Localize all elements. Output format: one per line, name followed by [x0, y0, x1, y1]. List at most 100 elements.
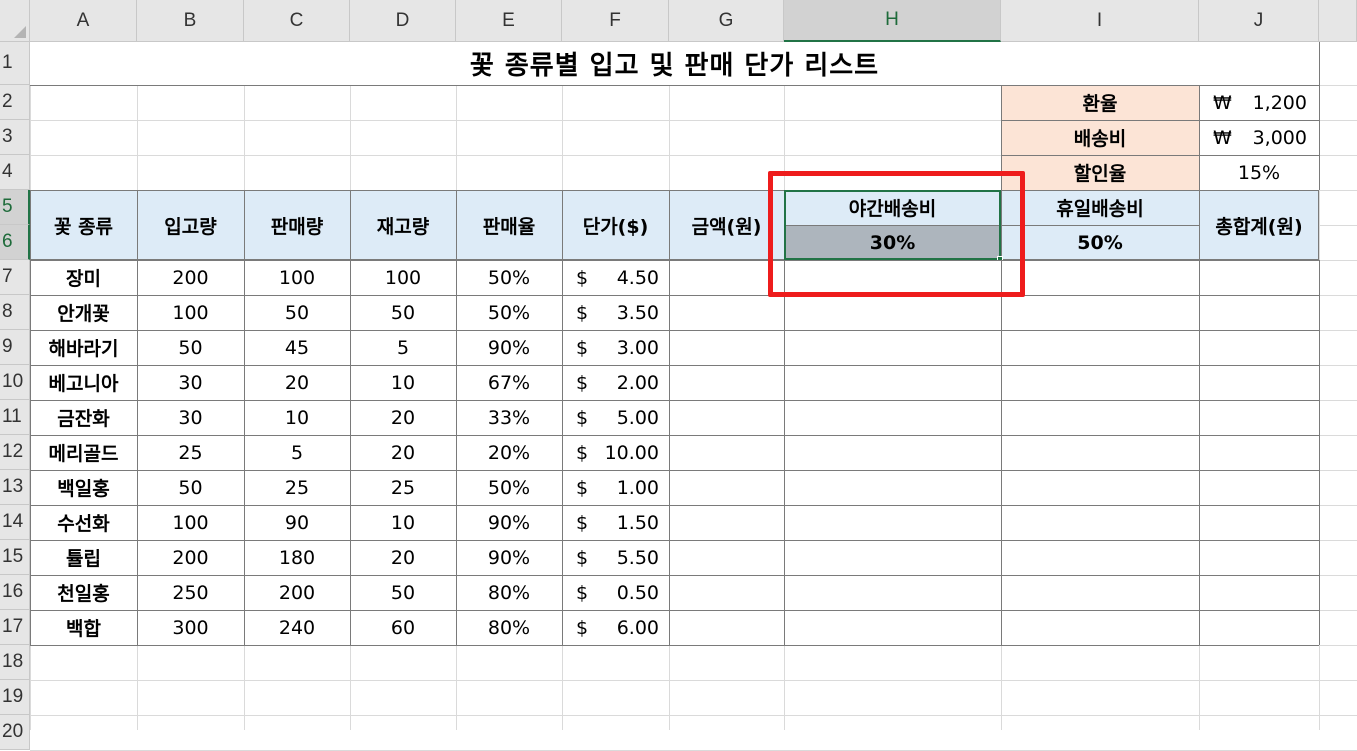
unit-price[interactable]: $0.50 [562, 575, 669, 610]
header-flower[interactable]: 꽃 종류 [30, 190, 137, 260]
flower-name[interactable]: 안개꽃 [30, 295, 137, 330]
column-header-f[interactable]: F [562, 0, 669, 42]
exchange-value-cell[interactable]: ₩1,200 [1199, 85, 1319, 120]
stock-qty[interactable]: 10 [350, 505, 456, 540]
unit-price[interactable]: $6.00 [562, 610, 669, 645]
empty-cell[interactable] [1001, 540, 1199, 575]
empty-cell[interactable] [784, 365, 1001, 400]
sale-rate[interactable]: 90% [456, 330, 562, 365]
empty-cell[interactable] [784, 330, 1001, 365]
row-header-18[interactable]: 18 [0, 645, 30, 680]
row-header-2[interactable]: 2 [0, 85, 30, 120]
column-header-d[interactable]: D [350, 0, 456, 42]
sold-qty[interactable]: 240 [244, 610, 350, 645]
flower-name[interactable]: 금잔화 [30, 400, 137, 435]
empty-cell[interactable] [669, 260, 784, 295]
empty-cell[interactable] [784, 610, 1001, 645]
empty-cell[interactable] [1199, 400, 1319, 435]
flower-name[interactable]: 백일홍 [30, 470, 137, 505]
empty-cell[interactable] [1199, 610, 1319, 645]
empty-cell[interactable] [669, 330, 784, 365]
empty-cell[interactable] [784, 295, 1001, 330]
flower-name[interactable]: 장미 [30, 260, 137, 295]
column-header-e[interactable]: E [456, 0, 562, 42]
stock-qty[interactable]: 100 [350, 260, 456, 295]
empty-cell[interactable] [1199, 330, 1319, 365]
row-header-14[interactable]: 14 [0, 505, 30, 540]
empty-cell[interactable] [669, 470, 784, 505]
empty-cell[interactable] [669, 400, 784, 435]
sale-rate[interactable]: 80% [456, 610, 562, 645]
empty-cell[interactable] [1001, 575, 1199, 610]
empty-cell[interactable] [1001, 470, 1199, 505]
unit-price[interactable]: $1.00 [562, 470, 669, 505]
flower-name[interactable]: 천일홍 [30, 575, 137, 610]
empty-cell[interactable] [1001, 365, 1199, 400]
empty-cell[interactable] [1001, 330, 1199, 365]
inbound-qty[interactable]: 30 [137, 365, 244, 400]
empty-cell[interactable] [1001, 295, 1199, 330]
row-header-3[interactable]: 3 [0, 120, 30, 155]
unit-price[interactable]: $1.50 [562, 505, 669, 540]
row-header-20[interactable]: 20 [0, 715, 30, 750]
column-header-g[interactable]: G [669, 0, 784, 42]
row-header-15[interactable]: 15 [0, 540, 30, 575]
header-price[interactable]: 단가($) [562, 190, 669, 260]
sale-rate[interactable]: 20% [456, 435, 562, 470]
row-header-6[interactable]: 6 [0, 225, 30, 260]
column-header-j[interactable]: J [1199, 0, 1319, 42]
unit-price[interactable]: $4.50 [562, 260, 669, 295]
header-total[interactable]: 총합계(원) [1199, 190, 1319, 260]
empty-cell[interactable] [784, 540, 1001, 575]
sale-rate[interactable]: 50% [456, 470, 562, 505]
inbound-qty[interactable]: 50 [137, 330, 244, 365]
inbound-qty[interactable]: 50 [137, 470, 244, 505]
sale-rate[interactable]: 33% [456, 400, 562, 435]
stock-qty[interactable]: 50 [350, 295, 456, 330]
sold-qty[interactable]: 20 [244, 365, 350, 400]
empty-cell[interactable] [1001, 610, 1199, 645]
discount-value[interactable]: 15% [1199, 155, 1319, 190]
holiday-shipping-rate[interactable]: 50% [1001, 225, 1199, 260]
row-header-17[interactable]: 17 [0, 610, 30, 645]
stock-qty[interactable]: 20 [350, 435, 456, 470]
flower-name[interactable]: 해바라기 [30, 330, 137, 365]
sale-rate[interactable]: 80% [456, 575, 562, 610]
empty-cell[interactable] [669, 295, 784, 330]
unit-price[interactable]: $5.00 [562, 400, 669, 435]
sold-qty[interactable]: 45 [244, 330, 350, 365]
inbound-qty[interactable]: 100 [137, 505, 244, 540]
empty-cell[interactable] [784, 470, 1001, 505]
empty-cell[interactable] [1199, 470, 1319, 505]
header-amount[interactable]: 금액(원) [669, 190, 784, 260]
flower-name[interactable]: 튤립 [30, 540, 137, 575]
empty-cell[interactable] [1199, 260, 1319, 295]
header-holiday-shipping[interactable]: 휴일배송비 [1001, 190, 1199, 225]
empty-cell[interactable] [669, 505, 784, 540]
row-header-10[interactable]: 10 [0, 365, 30, 400]
row-header-1[interactable]: 1 [0, 42, 30, 85]
sale-rate[interactable]: 67% [456, 365, 562, 400]
inbound-qty[interactable]: 25 [137, 435, 244, 470]
row-header-9[interactable]: 9 [0, 330, 30, 365]
stock-qty[interactable]: 20 [350, 540, 456, 575]
row-header-16[interactable]: 16 [0, 575, 30, 610]
stock-qty[interactable]: 25 [350, 470, 456, 505]
inbound-qty[interactable]: 100 [137, 295, 244, 330]
empty-cell[interactable] [1001, 435, 1199, 470]
inbound-qty[interactable]: 200 [137, 540, 244, 575]
empty-cell[interactable] [669, 575, 784, 610]
flower-name[interactable]: 베고니아 [30, 365, 137, 400]
shipping-label[interactable]: 배송비 [1001, 120, 1199, 155]
empty-cell[interactable] [784, 575, 1001, 610]
empty-cell[interactable] [1199, 295, 1319, 330]
header-stock[interactable]: 재고량 [350, 190, 456, 260]
row-header-12[interactable]: 12 [0, 435, 30, 470]
column-header-h[interactable]: H [784, 0, 1001, 42]
shipping-value-cell[interactable]: ₩3,000 [1199, 120, 1319, 155]
sheet-title[interactable]: 꽃 종류별 입고 및 판매 단가 리스트 [30, 42, 1319, 85]
unit-price[interactable]: $10.00 [562, 435, 669, 470]
sold-qty[interactable]: 10 [244, 400, 350, 435]
flower-name[interactable]: 메리골드 [30, 435, 137, 470]
flower-name[interactable]: 수선화 [30, 505, 137, 540]
